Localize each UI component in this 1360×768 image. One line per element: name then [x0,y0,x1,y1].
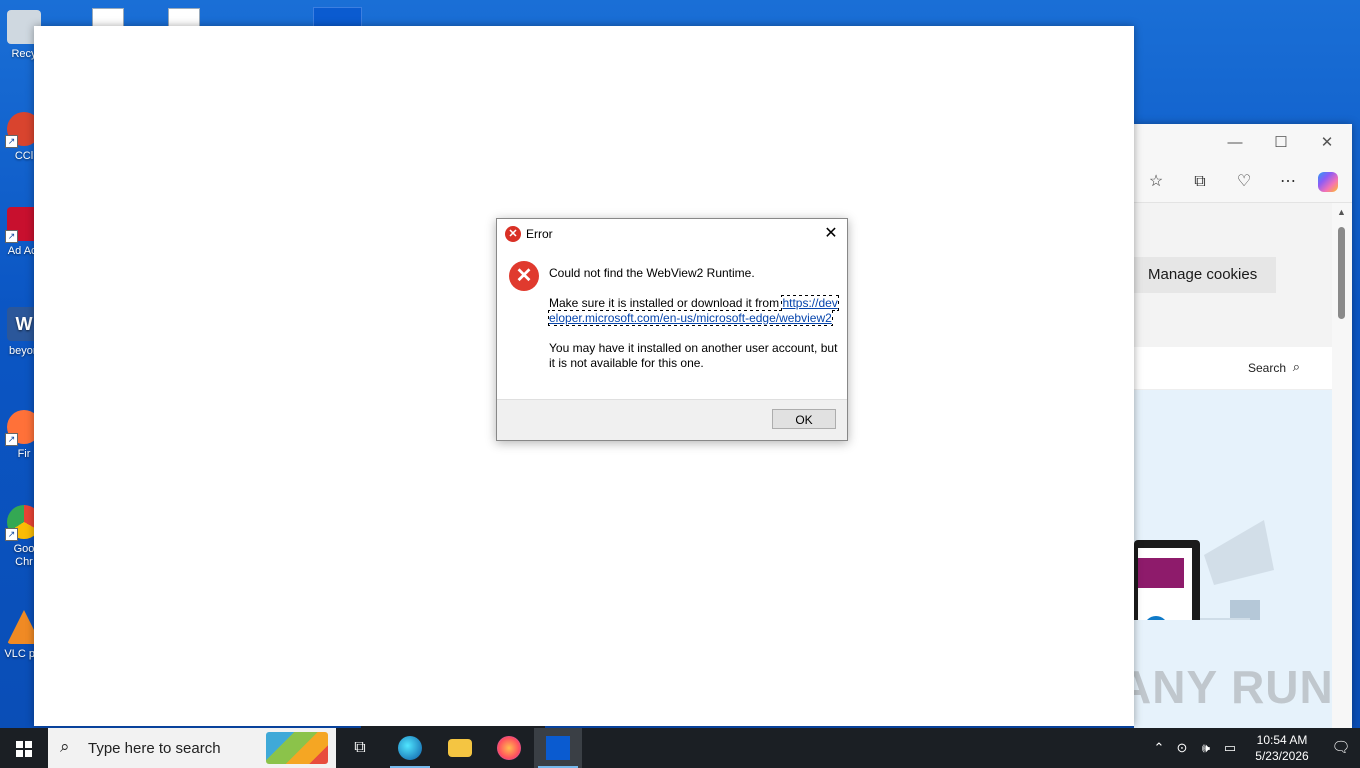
volume-icon[interactable]: 🕪 [1197,728,1215,768]
meet-now-icon[interactable]: ⊙ [1173,728,1191,768]
shortcut-arrow-icon: ↗ [5,433,18,446]
ok-button[interactable]: OK [772,409,836,429]
notification-center-icon[interactable]: 🗨 [1330,738,1352,758]
dialog-close-button[interactable]: ✕ [821,224,841,244]
taskbar: ⌕ Type here to search ⧉ ⌃ ⊙ 🕪 ▭ 10:54 AM… [0,728,1360,768]
dialog-title: Error [526,227,553,241]
taskbar-search-box[interactable]: ⌕ Type here to search [48,728,336,768]
dialog-install-text: Make sure it is installed or download it… [548,295,841,326]
favorites-icon[interactable]: ☆ [1144,170,1168,194]
error-icon: ✕ [509,261,539,291]
app-icon [546,736,570,760]
laptop-illustration [1134,520,1274,666]
clock-date: 5/23/2026 [1255,749,1309,763]
dialog-message: Could not find the WebView2 Runtime. [549,266,755,280]
close-button[interactable]: ✕ [1314,132,1340,154]
install-prefix: Make sure it is installed or download it… [549,296,783,310]
network-icon[interactable]: ▭ [1221,728,1239,768]
search-placeholder: Type here to search [88,740,221,757]
page-search-row: Search ⌕ [1134,347,1332,390]
edge-page-content: Manage cookies Search ⌕ [1134,203,1332,728]
dialog-footer: OK [497,399,847,440]
manage-cookies-button[interactable]: Manage cookies [1134,257,1276,293]
edge-browser-window[interactable]: — ☐ ✕ ☆ ⧉ ♡ ⋯ Manage cookies Search ⌕ ▲ [1134,124,1352,728]
dialog-note: You may have it installed on another use… [549,341,838,370]
minimize-button[interactable]: — [1222,132,1248,154]
dialog-body: ✕ Could not find the WebView2 Runtime. M… [497,249,847,400]
taskbar-edge[interactable] [386,728,434,768]
task-view-button[interactable]: ⧉ [336,728,384,768]
search-icon[interactable]: ⌕ [1293,359,1300,375]
windows-logo-icon [16,741,32,757]
taskbar-file-explorer[interactable] [436,728,484,768]
copilot-icon[interactable] [1318,172,1338,192]
anyrun-watermark: ANY RUN [1118,661,1334,713]
error-small-icon: ✕ [505,226,521,242]
edge-icon [398,736,422,760]
scroll-up-arrow-icon[interactable]: ▲ [1337,207,1346,217]
error-dialog[interactable]: ✕ Error ✕ ✕ Could not find the WebView2 … [496,218,848,441]
search-link[interactable]: Search [1248,361,1286,375]
edge-titlebar: — ☐ ✕ [1134,124,1352,162]
more-options-icon[interactable]: ⋯ [1276,170,1300,194]
search-icon: ⌕ [60,737,70,756]
maximize-button[interactable]: ☐ [1268,132,1294,154]
clock-time: 10:54 AM [1256,733,1308,747]
search-highlight-icon [266,732,328,764]
file-explorer-icon [448,739,472,757]
taskbar-clock[interactable]: 10:54 AM 5/23/2026 [1248,732,1316,764]
cookie-banner: Manage cookies [1134,203,1332,347]
shortcut-arrow-icon: ↗ [5,135,18,148]
taskbar-active-app[interactable] [534,728,582,768]
edge-scrollbar[interactable]: ▲ [1332,203,1352,728]
edge-toolbar: ☆ ⧉ ♡ ⋯ [1134,162,1352,203]
firefox-icon [497,736,521,760]
browser-essentials-icon[interactable]: ♡ [1232,170,1256,194]
shortcut-arrow-icon: ↗ [5,230,18,243]
shortcut-arrow-icon: ↗ [5,528,18,541]
dialog-titlebar: ✕ Error ✕ [497,219,847,249]
collections-icon[interactable]: ⧉ [1188,170,1212,194]
scroll-thumb[interactable] [1338,227,1345,319]
start-button[interactable] [0,728,48,768]
dialog-text: Could not find the WebView2 Runtime. Mak… [548,266,841,386]
task-view-icon: ⧉ [354,739,366,756]
taskbar-firefox[interactable] [485,728,533,768]
show-hidden-icons-chevron-icon[interactable]: ⌃ [1150,728,1168,768]
